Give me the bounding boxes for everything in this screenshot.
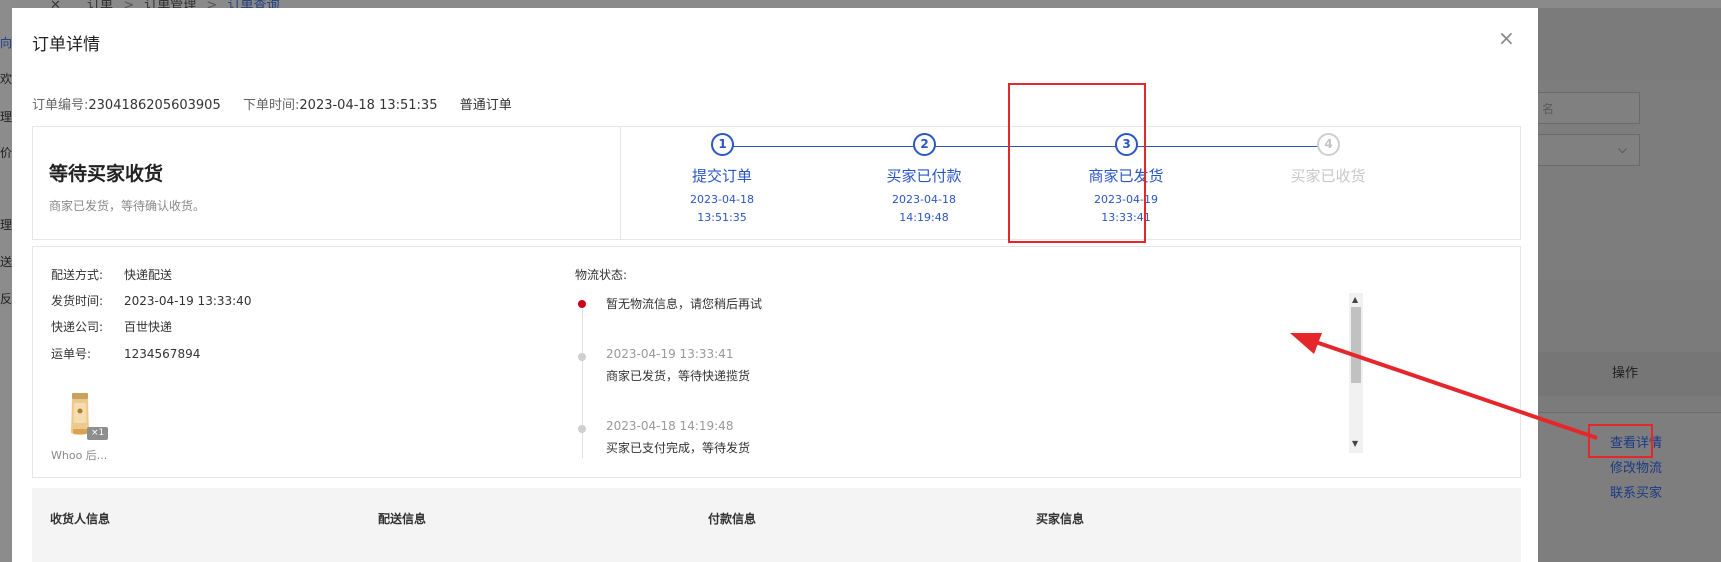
annotation-arrow bbox=[1290, 333, 1598, 440]
